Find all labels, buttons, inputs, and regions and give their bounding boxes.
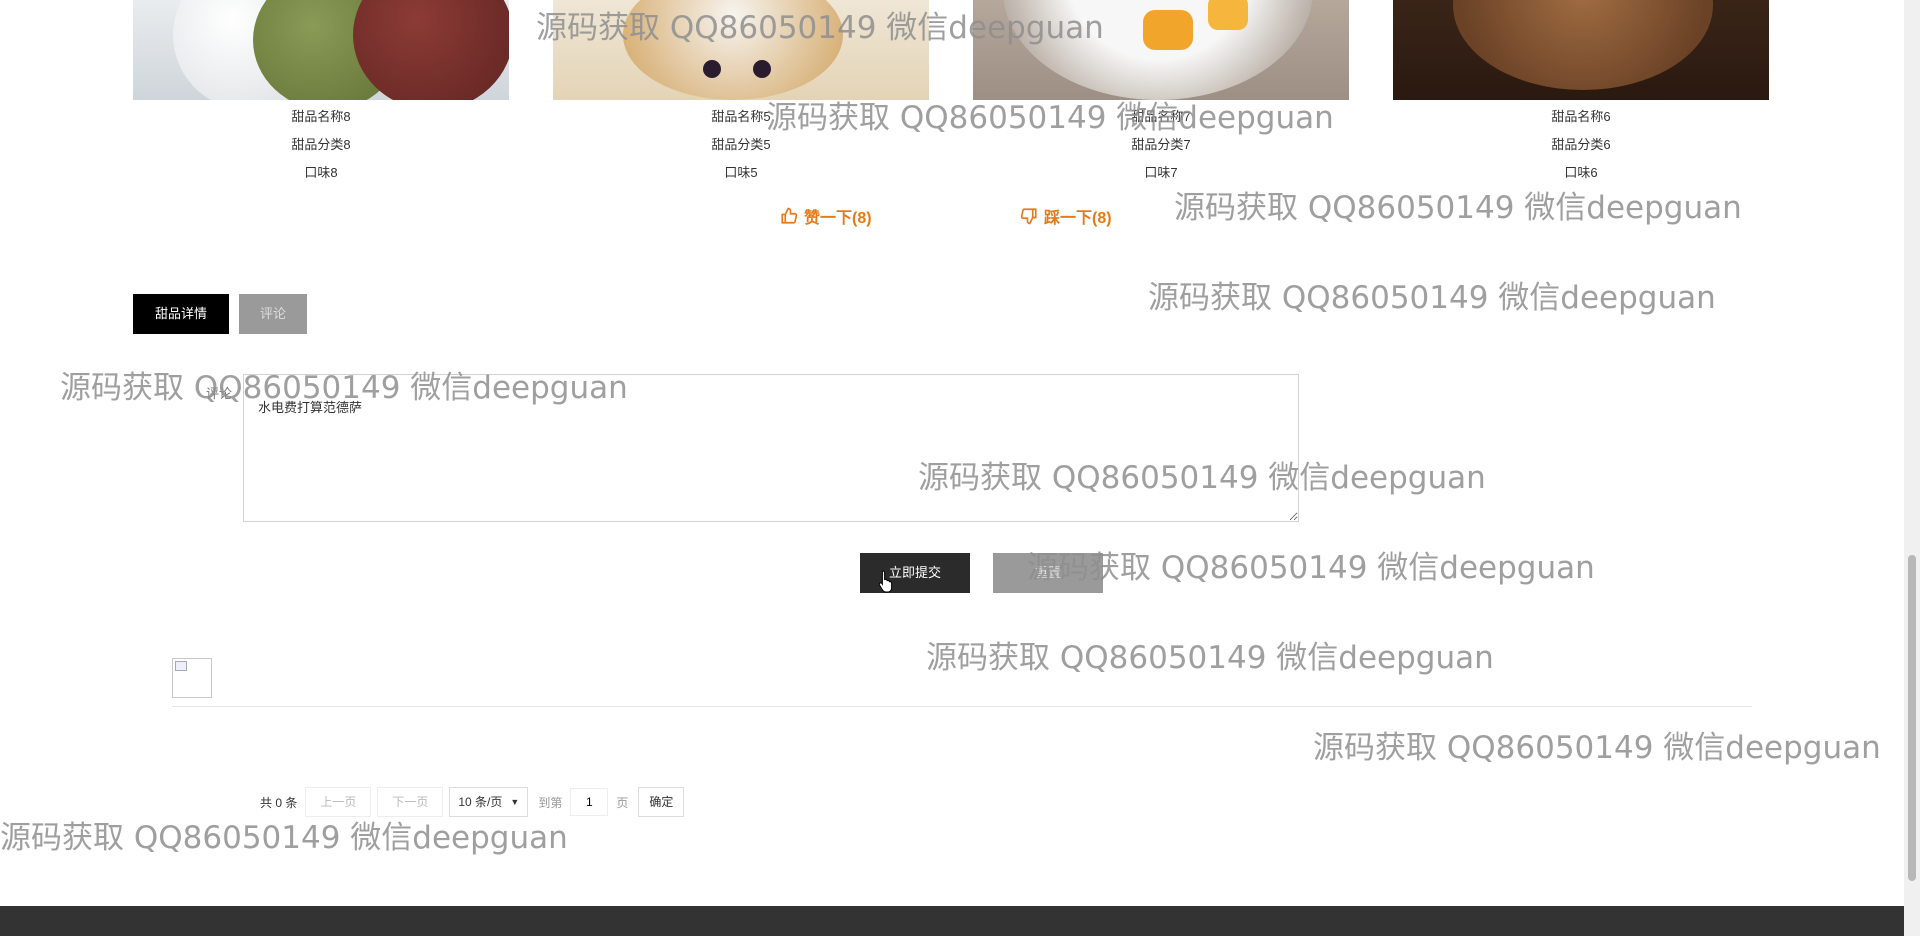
comment-label: 评论 [206, 386, 233, 401]
like-label: 赞一下(8) [804, 210, 872, 227]
product-flavor: 口味6 [1564, 165, 1598, 180]
goto-label: 到第 [538, 795, 563, 810]
tab-dessert-details[interactable]: 甜品详情 [133, 294, 229, 334]
watermark: 源码获取 QQ86050149 微信deepguan [926, 640, 1494, 676]
watermark: 源码获取 QQ86050149 微信deepguan [1027, 550, 1595, 586]
dislike-button[interactable]: 踩一下(8) [1020, 204, 1112, 228]
submit-button[interactable]: 立即提交 [860, 553, 970, 593]
next-page-button[interactable]: 下一页 [377, 787, 444, 817]
thumbs-down-icon [1020, 208, 1037, 225]
product-category: 甜品分类5 [711, 137, 771, 152]
comment-input[interactable]: 水电费打算范德萨 [243, 374, 1299, 522]
product-category: 甜品分类8 [291, 137, 351, 152]
pagination: 共 0 条 上一页 下一页 10 条/页 ▼ 到第 页 确定 [260, 787, 685, 817]
thumbs-up-icon [781, 207, 798, 224]
page-number-input[interactable] [570, 788, 609, 816]
like-button[interactable]: 赞一下(8) [780, 204, 872, 228]
product-name: 甜品名称8 [291, 109, 351, 124]
dislike-label: 踩一下(8) [1044, 210, 1112, 227]
avatar [172, 658, 212, 698]
product-image[interactable] [973, 0, 1349, 100]
product-flavor: 口味5 [724, 165, 758, 180]
product-category: 甜品分类6 [1551, 137, 1611, 152]
prev-page-button[interactable]: 上一页 [305, 787, 372, 817]
total-count: 共 0 条 [260, 795, 298, 810]
product-image[interactable] [1393, 0, 1769, 100]
watermark: 源码获取 QQ86050149 微信deepguan [1174, 190, 1742, 226]
tab-comments[interactable]: 评论 [239, 294, 307, 334]
chevron-down-icon: ▼ [510, 797, 520, 807]
watermark: 源码获取 QQ86050149 微信deepguan [1313, 730, 1881, 766]
hand-cursor-icon [878, 570, 893, 593]
page-size-select[interactable]: 10 条/页 ▼ [449, 787, 529, 817]
page-size-value: 10 条/页 [458, 795, 503, 809]
scrollbar[interactable] [1904, 0, 1920, 936]
confirm-page-button[interactable]: 确定 [638, 787, 685, 817]
footer [0, 906, 1904, 936]
product-flavor: 口味8 [304, 165, 338, 180]
page-unit-label: 页 [616, 795, 629, 810]
product-flavor: 口味7 [1144, 165, 1178, 180]
product-name: 甜品名称6 [1551, 109, 1611, 124]
product-image[interactable] [553, 0, 929, 100]
watermark: 源码获取 QQ86050149 微信deepguan [0, 820, 568, 856]
product-image[interactable] [133, 0, 509, 100]
product-category: 甜品分类7 [1131, 137, 1191, 152]
scrollbar-thumb[interactable] [1908, 555, 1916, 881]
product-name: 甜品名称7 [1131, 109, 1191, 124]
reset-button[interactable]: 重置 [993, 553, 1103, 593]
divider [172, 706, 1752, 707]
product-name: 甜品名称5 [711, 109, 771, 124]
watermark: 源码获取 QQ86050149 微信deepguan [1148, 280, 1716, 316]
